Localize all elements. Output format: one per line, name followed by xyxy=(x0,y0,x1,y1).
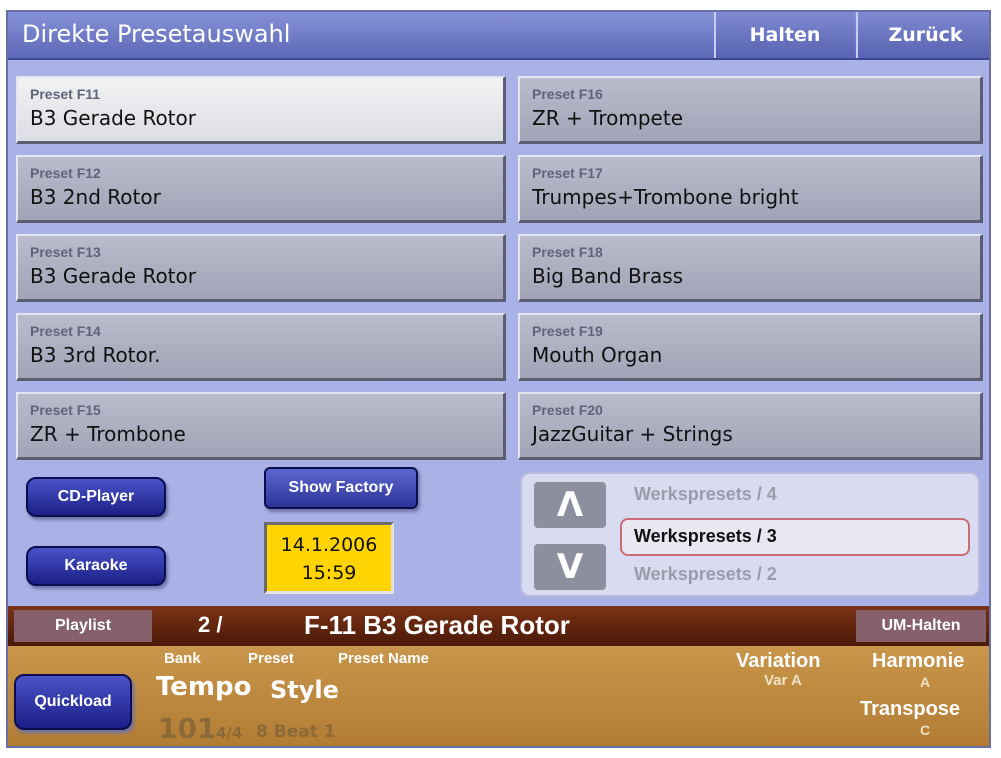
info-panel: Quickload Bank Preset Preset Name Tempo … xyxy=(8,646,989,746)
preset-label: Preset F11 xyxy=(30,86,101,102)
harmonie-value: A xyxy=(920,674,931,690)
zurueck-button[interactable]: Zurück xyxy=(856,12,989,58)
halten-button[interactable]: Halten xyxy=(714,12,854,58)
quickload-button[interactable]: Quickload xyxy=(14,674,132,730)
preset-name-header: Preset Name xyxy=(338,650,429,667)
preset-name: B3 Gerade Rotor xyxy=(30,264,196,288)
preset-name: ZR + Trombone xyxy=(30,422,186,446)
preset-label: Preset F20 xyxy=(532,402,603,418)
preset-button-f14[interactable]: Preset F14 B3 3rd Rotor. xyxy=(16,313,506,381)
preset-name: Big Band Brass xyxy=(532,264,684,288)
preset-name: JazzGuitar + Strings xyxy=(532,422,733,446)
variation-value: Var A xyxy=(764,672,802,689)
tempo-value: 101 xyxy=(158,712,217,745)
preset-label: Preset F14 xyxy=(30,323,101,339)
preset-label: Preset F19 xyxy=(532,323,603,339)
time-signature: 4/4 xyxy=(216,724,243,742)
preset-name: Trumpes+Trombone bright xyxy=(532,185,799,209)
harmonie-label: Harmonie xyxy=(872,650,965,672)
preset-name: B3 Gerade Rotor xyxy=(30,106,196,130)
preset-label: Preset F15 xyxy=(30,402,101,418)
preset-name: B3 3rd Rotor. xyxy=(30,343,161,367)
date-time-display: 14.1.2006 15:59 xyxy=(264,522,394,594)
page-title: Direkte Presetauswahl xyxy=(22,20,291,48)
preset-button-f13[interactable]: Preset F13 B3 Gerade Rotor xyxy=(16,234,506,302)
transpose-value: C xyxy=(920,722,931,738)
preset-button-f19[interactable]: Preset F19 Mouth Organ xyxy=(518,313,983,381)
werkspresets-item[interactable]: Werkspresets / 2 xyxy=(634,564,777,585)
preset-header: Preset xyxy=(248,650,294,667)
arrow-up-icon[interactable]: Λ xyxy=(534,482,606,528)
playlist-bar: Playlist 2 / F-11 B3 Gerade Rotor UM-Hal… xyxy=(8,606,989,646)
title-bar: Direkte Presetauswahl Halten Zurück xyxy=(8,12,989,60)
preset-button-f16[interactable]: Preset F16 ZR + Trompete xyxy=(518,76,983,144)
bank-header: Bank xyxy=(164,650,201,667)
werkspresets-item-selected[interactable]: Werkspresets / 3 xyxy=(620,518,970,556)
werkspresets-item[interactable]: Werkspresets / 4 xyxy=(634,484,777,505)
preset-label: Preset F12 xyxy=(30,165,101,181)
preset-name: B3 2nd Rotor xyxy=(30,185,161,209)
preset-label: Preset F13 xyxy=(30,244,101,260)
preset-button-f15[interactable]: Preset F15 ZR + Trombone xyxy=(16,392,506,460)
cd-player-button[interactable]: CD-Player xyxy=(26,477,166,517)
werkspresets-item-label: Werkspresets / 3 xyxy=(634,526,777,546)
werkspresets-panel: Λ V Werkspresets / 4 Werkspresets / 3 We… xyxy=(520,472,980,597)
date-text: 14.1.2006 xyxy=(280,534,378,556)
preset-name: ZR + Trompete xyxy=(532,106,683,130)
preset-screen: Direkte Presetauswahl Halten Zurück Pres… xyxy=(6,10,991,748)
karaoke-button[interactable]: Karaoke xyxy=(26,546,166,586)
transpose-label: Transpose xyxy=(860,698,961,720)
preset-label: Preset F16 xyxy=(532,86,603,102)
preset-button-f18[interactable]: Preset F18 Big Band Brass xyxy=(518,234,983,302)
preset-name: Mouth Organ xyxy=(532,343,663,367)
preset-button-f17[interactable]: Preset F17 Trumpes+Trombone bright xyxy=(518,155,983,223)
preset-button-f12[interactable]: Preset F12 B3 2nd Rotor xyxy=(16,155,506,223)
preset-button-f20[interactable]: Preset F20 JazzGuitar + Strings xyxy=(518,392,983,460)
preset-label: Preset F18 xyxy=(532,244,603,260)
style-label: Style xyxy=(270,676,339,704)
preset-label: Preset F17 xyxy=(532,165,603,181)
style-value: 8 Beat 1 xyxy=(256,722,336,742)
arrow-down-icon[interactable]: V xyxy=(534,544,606,590)
playlist-button[interactable]: Playlist xyxy=(14,610,152,642)
um-halten-button[interactable]: UM-Halten xyxy=(856,610,986,642)
playlist-number: 2 / xyxy=(198,612,223,637)
tempo-label: Tempo xyxy=(156,672,252,702)
variation-label: Variation xyxy=(736,650,821,672)
preset-button-f11[interactable]: Preset F11 B3 Gerade Rotor xyxy=(16,76,506,144)
show-factory-button[interactable]: Show Factory xyxy=(264,467,418,509)
playlist-title: F-11 B3 Gerade Rotor xyxy=(304,610,570,640)
time-text: 15:59 xyxy=(301,562,357,584)
